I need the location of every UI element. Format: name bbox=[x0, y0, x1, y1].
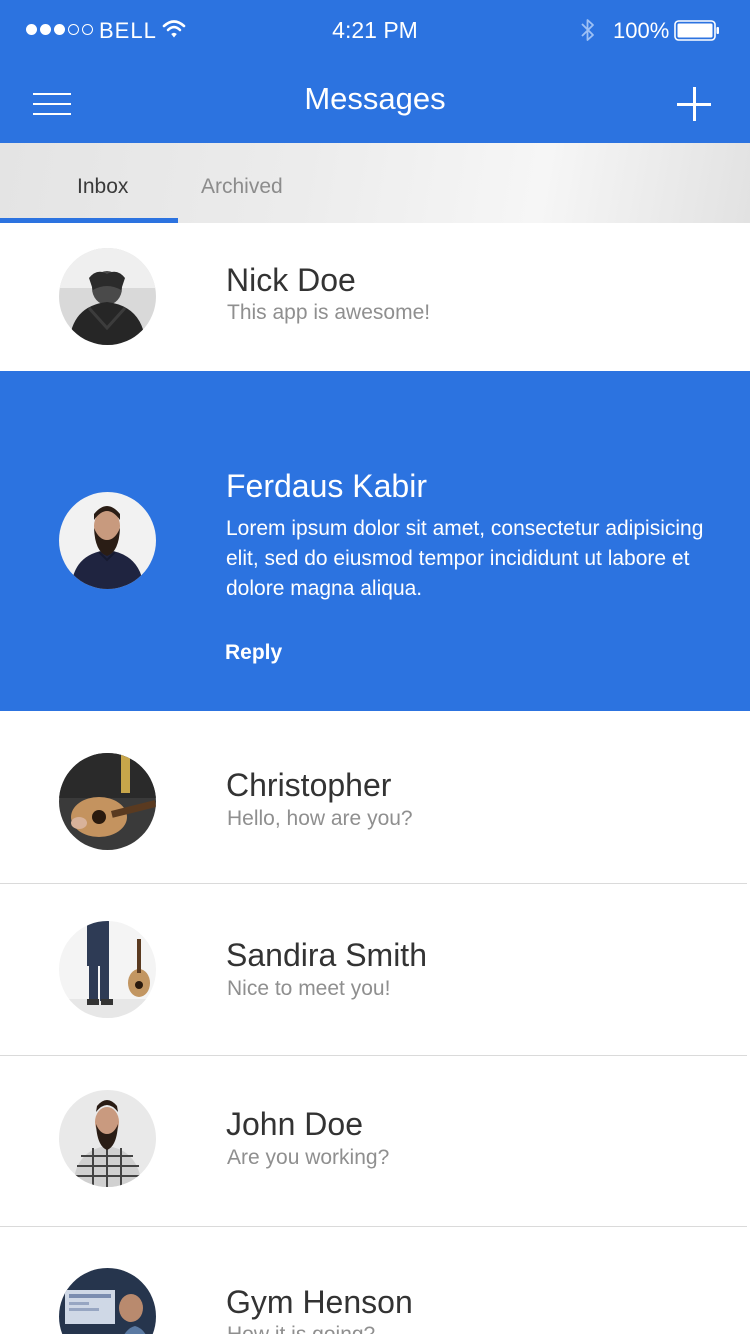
avatar bbox=[59, 248, 156, 345]
sender-name: Christopher bbox=[226, 767, 392, 803]
message-item[interactable]: Gym Henson How it is going? bbox=[0, 1226, 750, 1334]
sender-name: Sandira Smith bbox=[226, 937, 427, 973]
message-preview: Hello, how are you? bbox=[227, 807, 413, 830]
message-item[interactable]: Nick Doe This app is awesome! bbox=[0, 223, 750, 371]
app-header: BELL 4:21 PM 100% Messages bbox=[0, 0, 750, 143]
message-preview: Nice to meet you! bbox=[227, 977, 391, 1000]
message-preview: How it is going? bbox=[227, 1323, 375, 1334]
new-message-button[interactable] bbox=[672, 82, 718, 128]
reply-button[interactable]: Reply bbox=[225, 641, 282, 665]
sender-name: John Doe bbox=[226, 1106, 363, 1142]
message-body: Lorem ipsum dolor sit amet, consectetur … bbox=[226, 517, 704, 600]
sender-name: Gym Henson bbox=[226, 1284, 413, 1320]
sender-name: Ferdaus Kabir bbox=[226, 468, 427, 504]
navigation-bar: Messages bbox=[0, 60, 750, 143]
avatar bbox=[59, 753, 156, 850]
sender-name: Nick Doe bbox=[226, 262, 356, 298]
message-item[interactable]: Christopher Hello, how are you? bbox=[0, 711, 750, 884]
tab-bar: Inbox Archived bbox=[0, 143, 750, 223]
message-preview: This app is awesome! bbox=[227, 301, 431, 324]
page-title: Messages bbox=[304, 81, 446, 116]
battery-percentage: 100% bbox=[613, 18, 670, 43]
avatar bbox=[59, 492, 156, 589]
avatar bbox=[59, 1268, 156, 1334]
bluetooth-icon bbox=[579, 17, 597, 43]
message-item[interactable]: John Doe Are you working? bbox=[0, 1055, 750, 1227]
menu-button[interactable] bbox=[28, 84, 76, 124]
message-preview: Are you working? bbox=[227, 1146, 390, 1169]
avatar bbox=[59, 921, 156, 1018]
status-bar: BELL 4:21 PM 100% bbox=[0, 0, 750, 60]
hamburger-menu-icon bbox=[33, 93, 71, 95]
tab-archived-label: Archived bbox=[201, 175, 283, 198]
tab-inbox-label: Inbox bbox=[77, 175, 129, 198]
tab-archived[interactable]: Archived bbox=[178, 143, 318, 223]
battery-icon bbox=[674, 20, 720, 41]
message-item[interactable]: Sandira Smith Nice to meet you! bbox=[0, 884, 750, 1056]
tab-inbox[interactable]: Inbox bbox=[0, 143, 178, 223]
messages-screen: BELL 4:21 PM 100% Messages Inbox Archive… bbox=[0, 0, 750, 1334]
message-item-expanded[interactable]: Ferdaus Kabir Lorem ipsum dolor sit amet… bbox=[0, 371, 750, 711]
avatar bbox=[59, 1090, 156, 1187]
